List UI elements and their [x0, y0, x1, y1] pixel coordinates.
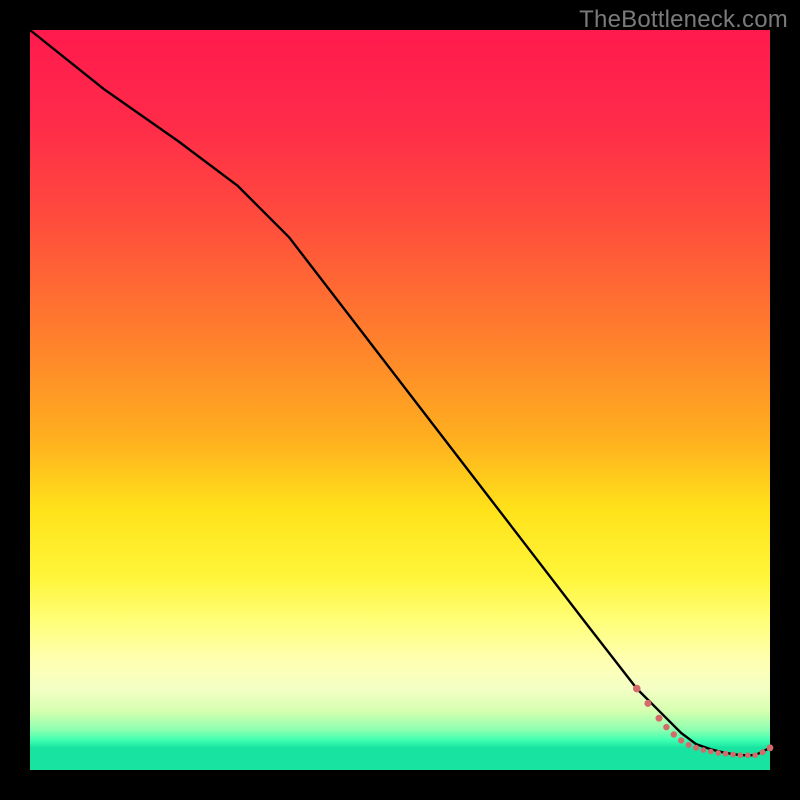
data-point — [715, 750, 721, 756]
chart-overlay — [30, 30, 770, 770]
data-point — [701, 747, 707, 753]
data-point — [767, 744, 774, 751]
data-point — [745, 752, 751, 758]
bottleneck-curve — [30, 30, 770, 755]
data-point — [633, 685, 641, 693]
data-point — [738, 752, 744, 758]
data-point — [693, 745, 699, 751]
data-point — [686, 742, 692, 748]
data-point — [723, 751, 729, 757]
data-point — [760, 749, 766, 755]
data-point — [671, 731, 677, 737]
data-point — [644, 700, 651, 707]
data-point — [663, 724, 669, 730]
chart-stage: TheBottleneck.com — [0, 0, 800, 800]
data-point — [752, 752, 758, 758]
data-point — [678, 737, 684, 743]
data-point — [656, 715, 663, 722]
data-point — [708, 749, 714, 755]
data-point — [730, 752, 736, 758]
